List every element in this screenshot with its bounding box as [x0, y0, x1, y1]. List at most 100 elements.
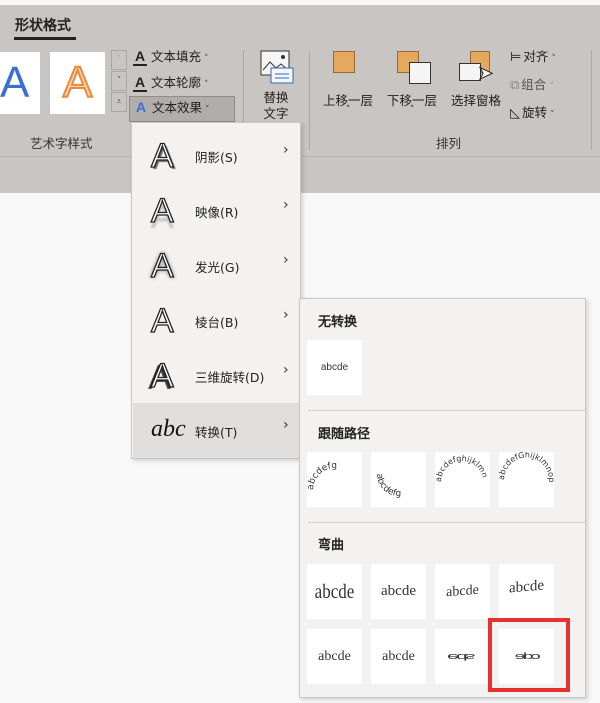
tile-warp-6[interactable]: abcde: [371, 629, 426, 684]
tile-warp-4[interactable]: abcde: [499, 564, 554, 619]
bring-forward-button[interactable]: 上移一层 ˅: [318, 47, 378, 122]
chevron-right-icon: ›: [283, 142, 289, 158]
align-button[interactable]: ⊨ 对齐 ˅: [510, 46, 556, 68]
gallery-scroll-up[interactable]: ˄: [111, 50, 127, 70]
alt-text-icon: [260, 50, 294, 84]
chevron-down-icon: ˅: [549, 82, 554, 92]
tile-text: abcde: [314, 579, 355, 603]
send-backward-icon-front: [409, 62, 431, 84]
tile-warp-5[interactable]: abcde: [307, 629, 362, 684]
chevron-right-icon: ›: [283, 252, 289, 268]
tile-path-circle[interactable]: abcdefghijklmn: [435, 452, 490, 507]
tile-art: ƨbɘ: [449, 651, 476, 662]
menu-item-3d-rotation[interactable]: A 三维旋转(D) ›: [133, 348, 299, 403]
menu-item-shadow[interactable]: A 阴影(S) ›: [133, 128, 299, 183]
reflection-icon: A: [150, 191, 174, 230]
tile-text: abcdefGhijklmnop: [499, 452, 554, 482]
tile-warp-2[interactable]: abcde: [371, 564, 426, 619]
menu-item-label: 三维旋转(D): [195, 370, 265, 385]
tile-text: abcde: [381, 583, 416, 599]
chevron-down-icon: ˅: [205, 105, 210, 115]
section-divider: [308, 410, 586, 411]
send-backward-button[interactable]: 下移一层 ˅: [382, 47, 442, 122]
chevron-down-icon: ˅: [409, 105, 415, 115]
text-effects-button[interactable]: A 文本效果 ˅: [129, 96, 235, 122]
group-divider: [309, 50, 310, 150]
tile-warp-7[interactable]: ƨbɘ: [435, 629, 490, 684]
gallery-scroll-down[interactable]: ˅: [111, 71, 127, 91]
gallery-expand[interactable]: ⩡: [111, 92, 127, 112]
menu-item-label: 棱台(B): [195, 315, 239, 330]
highlight-box: [488, 618, 570, 692]
chevron-right-icon: ›: [283, 307, 289, 323]
menu-item-bevel[interactable]: A 棱台(B) ›: [133, 293, 299, 348]
group-button[interactable]: ⧉ 组合 ˅: [510, 74, 554, 96]
tile-text: abcdefg: [307, 461, 337, 491]
tile-text: abcde: [446, 582, 479, 600]
warp-header: 弯曲: [318, 538, 345, 553]
tile-text: abcde: [509, 577, 544, 597]
text-outline-label: 文本轮廓: [151, 75, 202, 90]
menu-item-reflection[interactable]: A 映像(R) ›: [133, 183, 299, 238]
align-icon: ⊨: [510, 50, 522, 65]
selection-pane-button[interactable]: ➤ 选择窗格: [446, 47, 506, 108]
chevron-down-icon: ˅: [551, 54, 556, 64]
alt-text-button[interactable]: 替换 文字: [248, 45, 304, 123]
wordart-style-preview-orange[interactable]: A: [50, 52, 105, 114]
section-divider: [308, 522, 586, 523]
text-fill-label: 文本填充: [151, 49, 202, 64]
active-tab-underline: [14, 37, 76, 40]
tile-path-button[interactable]: abcdefGhijklmnop: [499, 452, 554, 507]
text-effects-icon: A: [135, 99, 147, 115]
tile-text: abcde: [320, 362, 349, 373]
chevron-down-icon: ˅: [550, 110, 555, 120]
tile-path-arch-down[interactable]: abcdefg: [371, 452, 426, 507]
chevron-down-icon: ˅: [204, 54, 209, 64]
rotate-button[interactable]: ◺ 旋转 ˅: [510, 102, 555, 124]
tile-warp-1[interactable]: abcde: [307, 564, 362, 619]
chevron-right-icon: ›: [283, 362, 289, 378]
group-divider: [591, 50, 592, 150]
tile-path-arch-up[interactable]: abcdefg: [307, 452, 362, 507]
group-label: 组合: [521, 77, 547, 92]
text-effects-menu: A 阴影(S) › A 映像(R) › A 发光(G) › A 棱台(B) › A 三维旋转(D)…: [131, 122, 301, 459]
align-label: 对齐: [523, 49, 549, 64]
menu-item-glow[interactable]: A 发光(G) ›: [133, 238, 299, 293]
selection-pane-label: 选择窗格: [450, 93, 501, 108]
text-outline-button[interactable]: A 文本轮廓 ˅: [133, 72, 209, 94]
3d-rotation-icon: A: [150, 356, 174, 395]
wordart-group-label: 艺术字样式: [30, 136, 93, 151]
menu-item-label: 阴影(S): [195, 150, 238, 165]
group-icon: ⧉: [510, 78, 520, 93]
text-outline-icon: A: [133, 74, 147, 92]
chevron-down-icon: ˅: [345, 105, 351, 115]
tile-text: abcdefghijklmn: [435, 454, 489, 482]
tile-no-transform[interactable]: abcde: [307, 340, 362, 395]
chevron-down-icon: ˅: [204, 80, 209, 90]
glow-icon: A: [150, 246, 174, 285]
tile-text: abcde: [382, 648, 415, 664]
tile-text: abcdefg: [374, 473, 401, 499]
chevron-right-icon: ›: [283, 197, 289, 213]
shadow-icon: A: [150, 136, 174, 175]
arrange-group-label: 排列: [436, 136, 462, 151]
menu-item-transform[interactable]: abc 转换(T) ›: [133, 403, 299, 458]
text-effects-label: 文本效果: [152, 100, 203, 115]
menu-item-label: 映像(R): [195, 205, 239, 220]
transform-icon: abc: [151, 416, 186, 442]
chevron-right-icon: ›: [283, 417, 289, 433]
text-fill-icon: A: [133, 48, 147, 66]
rotate-label: 旋转: [522, 105, 548, 120]
tile-warp-3[interactable]: abcde: [435, 564, 490, 619]
text-fill-button[interactable]: A 文本填充 ˅: [133, 46, 209, 68]
tile-text: abcde: [318, 648, 351, 664]
no-transform-header: 无转换: [318, 315, 358, 330]
menu-item-label: 发光(G): [195, 260, 240, 275]
bring-forward-icon: [333, 51, 355, 73]
tab-shape-format[interactable]: 形状格式: [15, 15, 71, 35]
follow-path-header: 跟随路径: [318, 427, 371, 442]
bevel-icon: A: [150, 301, 174, 340]
cursor-icon: ➤: [477, 63, 494, 85]
wordart-style-preview-blue[interactable]: A: [0, 52, 40, 114]
menu-item-label: 转换(T): [195, 425, 238, 440]
